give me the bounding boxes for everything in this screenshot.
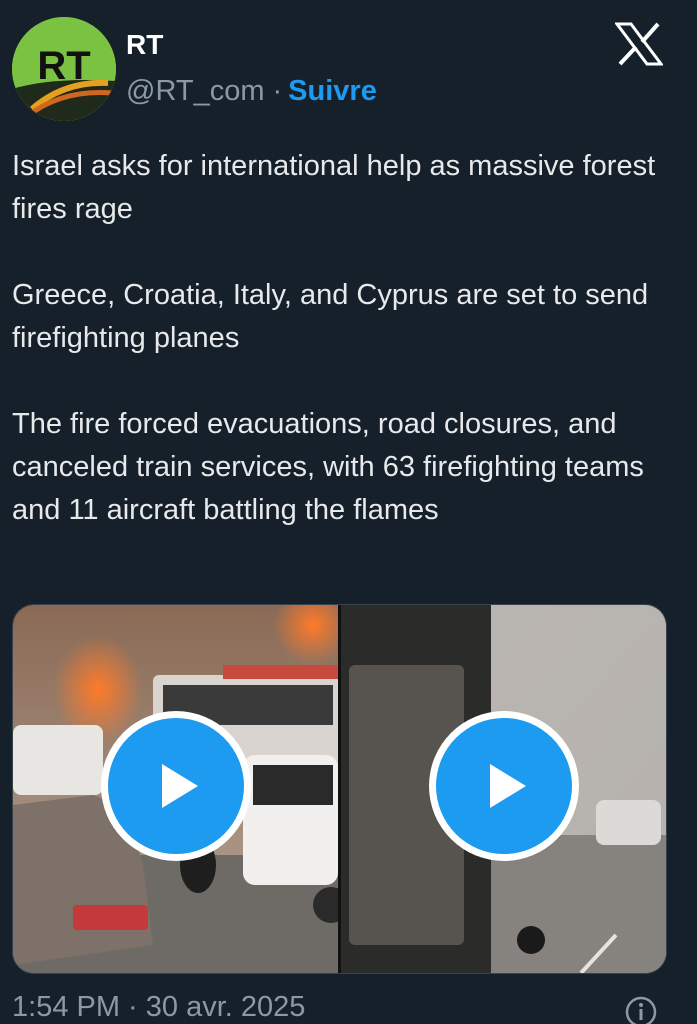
info-icon[interactable]	[624, 995, 658, 1024]
play-button[interactable]	[429, 711, 579, 861]
x-logo-icon[interactable]	[614, 22, 664, 66]
tweet-timestamp[interactable]: 1:54 PM · 30 avr. 2025	[12, 990, 305, 1024]
video-thumbnail-1[interactable]	[13, 605, 338, 973]
follow-button[interactable]: Suivre	[288, 75, 377, 107]
media-grid	[12, 604, 667, 974]
tweet-paragraph: The fire forced evacuations, road closur…	[12, 408, 644, 526]
play-button[interactable]	[101, 711, 251, 861]
svg-text:RT: RT	[37, 44, 90, 88]
avatar[interactable]: RT	[12, 17, 116, 121]
rt-logo-avatar: RT	[12, 17, 116, 121]
tweet-text: Israel asks for international help as ma…	[12, 145, 682, 532]
separator-dot: ·	[272, 75, 283, 107]
play-icon	[162, 764, 198, 808]
video-thumbnail-2[interactable]	[341, 605, 666, 973]
handle-row: @RT_com · Suivre	[126, 74, 377, 108]
play-icon	[490, 764, 526, 808]
account-handle[interactable]: @RT_com	[126, 75, 265, 107]
tweet-paragraph: Greece, Croatia, Italy, and Cyprus are s…	[12, 279, 649, 354]
account-name[interactable]: RT	[126, 29, 163, 61]
tweet-paragraph: Israel asks for international help as ma…	[12, 150, 656, 225]
